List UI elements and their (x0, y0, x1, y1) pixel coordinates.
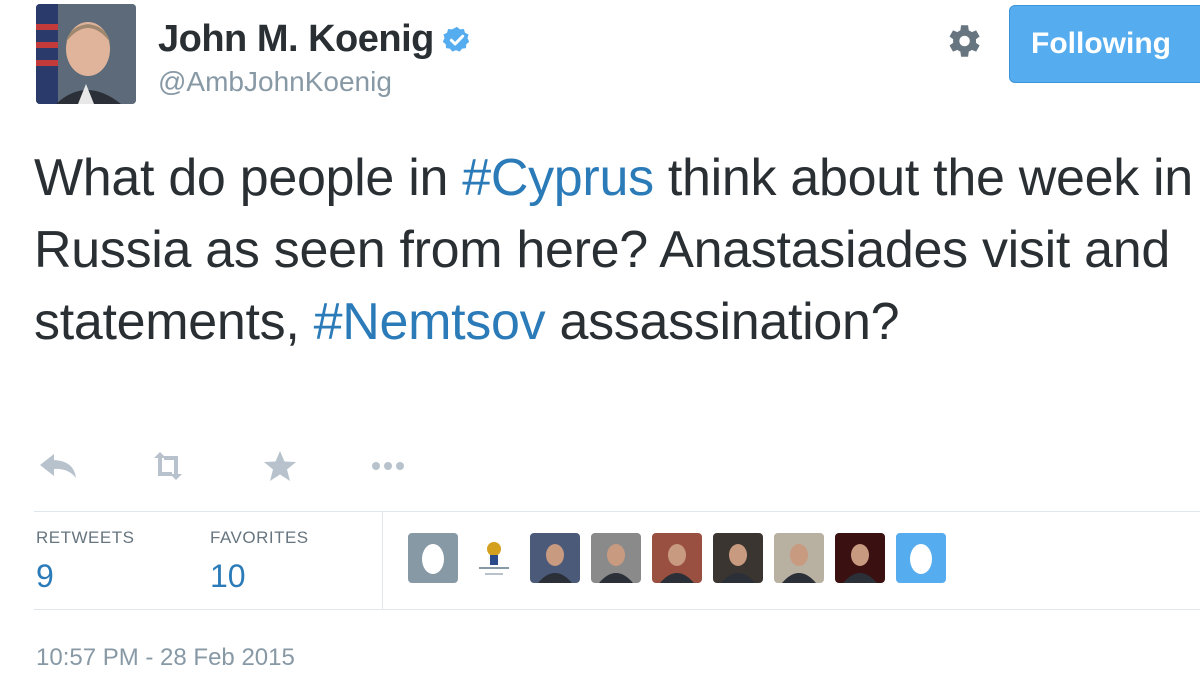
man-suit-avatar[interactable] (652, 533, 702, 583)
gear-icon[interactable] (942, 20, 984, 62)
favorite-star-icon[interactable] (258, 448, 302, 484)
tweet-text-segment: assassination? (545, 293, 900, 351)
tweet-text: What do people in #Cyprus think about th… (34, 142, 1194, 358)
man-dark-avatar[interactable] (713, 533, 763, 583)
favorites-count: 10 (210, 558, 246, 594)
retweet-icon[interactable] (146, 448, 190, 484)
reply-icon[interactable] (36, 448, 80, 484)
tweet-text-segment: What do people in (34, 149, 463, 207)
hashtag-link[interactable]: #Nemtsov (314, 293, 546, 351)
egg-avatar[interactable] (896, 533, 946, 583)
user-name[interactable]: John M. Koenig (158, 18, 434, 61)
following-button[interactable]: Following (1009, 5, 1200, 83)
group-photo-avatar[interactable] (530, 533, 580, 583)
retweets-count: 9 (36, 558, 54, 594)
favorites-stat[interactable]: FAVORITES 10 (210, 528, 309, 595)
verified-badge-icon (442, 26, 470, 52)
stats-divider (34, 511, 1200, 512)
user-handle[interactable]: @AmbJohnKoenig (158, 66, 392, 98)
stats-divider (34, 609, 1200, 610)
favorites-label: FAVORITES (210, 528, 309, 547)
man-photo-avatar[interactable] (774, 533, 824, 583)
retweets-stat[interactable]: RETWEETS 9 (36, 528, 134, 595)
avatar[interactable] (36, 4, 136, 104)
stats-separator (382, 512, 383, 609)
more-dots-icon[interactable] (366, 448, 410, 484)
red-photo-avatar[interactable] (835, 533, 885, 583)
user-name-row: John M. Koenig (158, 18, 472, 61)
hashtag-link[interactable]: #Cyprus (462, 149, 654, 207)
man-photo-avatar[interactable] (591, 533, 641, 583)
tweet-timestamp[interactable]: 10:57 PM - 28 Feb 2015 (36, 644, 295, 672)
egg-avatar[interactable] (408, 533, 458, 583)
retweets-label: RETWEETS (36, 528, 135, 547)
emblem-avatar[interactable] (469, 533, 519, 583)
